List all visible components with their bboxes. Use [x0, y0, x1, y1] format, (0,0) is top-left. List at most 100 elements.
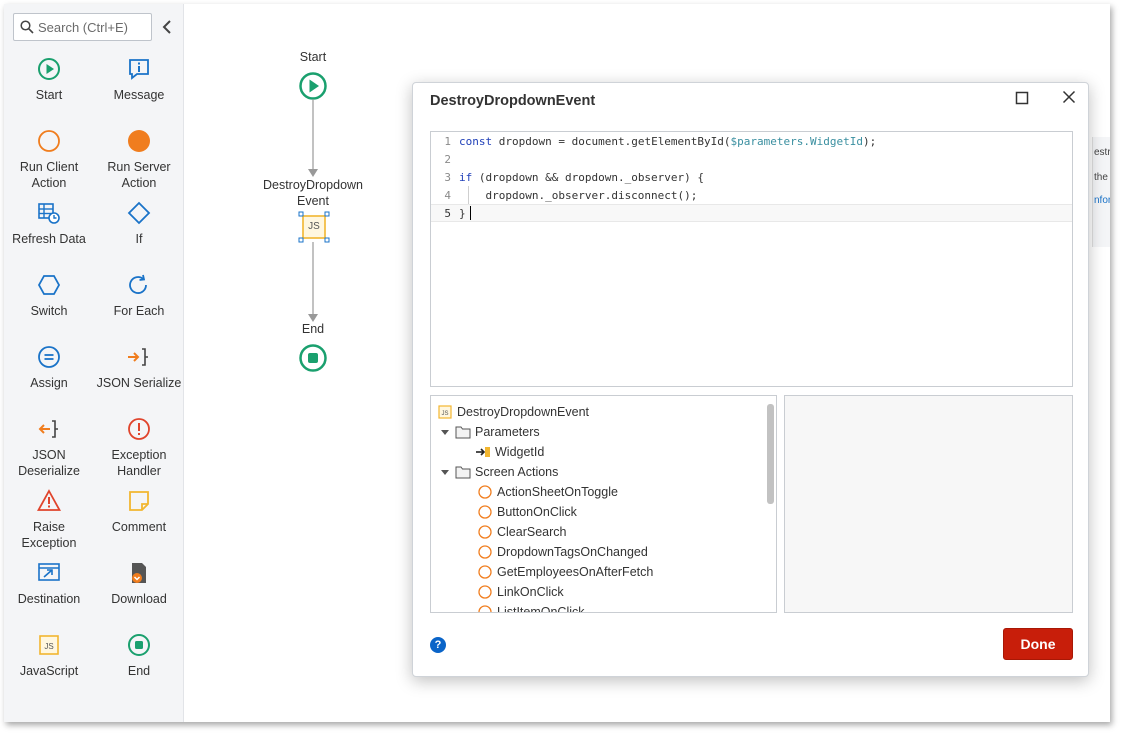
caret-down-icon[interactable]	[440, 427, 450, 437]
client-action-icon	[478, 565, 492, 579]
flow-connector	[308, 242, 318, 322]
tool-comment[interactable]: Comment	[94, 486, 184, 558]
tree-folder-screen-actions[interactable]: Screen Actions	[439, 462, 558, 482]
maximize-icon[interactable]	[1015, 91, 1029, 105]
svg-text:JS: JS	[441, 411, 448, 417]
js-node[interactable]: JS	[298, 211, 330, 243]
js-node-label: DestroyDropdown Event	[248, 177, 378, 209]
tool-label: Comment	[111, 520, 167, 534]
run-server-action-icon	[128, 130, 150, 152]
collapse-chevron-icon[interactable]	[160, 19, 174, 35]
tool-label: JSON Serialize	[96, 376, 182, 390]
search-icon	[20, 20, 34, 34]
tool-exception-handler[interactable]: Exception Handler	[94, 414, 184, 486]
tool-label: Assign	[30, 376, 68, 390]
tool-switch[interactable]: Switch	[4, 270, 94, 342]
dialog-title: DestroyDropdownEvent	[430, 93, 596, 109]
search-input[interactable]	[38, 19, 148, 35]
fragment-text: the a	[1094, 172, 1110, 183]
tree-item-action[interactable]: ButtonOnClick	[477, 502, 577, 522]
for-each-icon	[129, 274, 147, 294]
json-deserialize-icon	[38, 420, 58, 438]
tree-item-parameter[interactable]: WidgetId	[475, 442, 544, 462]
tree-scrollbar[interactable]	[767, 404, 774, 504]
tree-item-action[interactable]: LinkOnClick	[477, 582, 564, 602]
tool-json-serialize[interactable]: JSON Serialize	[94, 342, 184, 414]
fragment-text: estro	[1094, 147, 1110, 158]
code-editor[interactable]: 1 const dropdown = document.getElementByI…	[430, 131, 1073, 387]
tree-root-label: DestroyDropdownEvent	[457, 405, 590, 419]
tree-item-action[interactable]: ListItemOnClick	[477, 602, 585, 613]
refresh-data-icon	[38, 203, 60, 224]
tool-label: Switch	[30, 304, 68, 318]
destination-icon	[38, 563, 60, 581]
help-icon[interactable]: ?	[430, 637, 446, 653]
tool-label: Exception Handler	[111, 448, 167, 478]
tool-message[interactable]: Message	[94, 54, 184, 126]
tool-destination[interactable]: Destination	[4, 558, 94, 630]
tool-label: JSON Deserialize	[18, 448, 80, 478]
start-node-label: Start	[299, 50, 327, 64]
end-node-icon[interactable]	[298, 343, 328, 373]
tool-start[interactable]: Start	[4, 54, 94, 126]
tool-javascript[interactable]: JS JavaScript	[4, 630, 94, 702]
tool-download[interactable]: Download	[94, 558, 184, 630]
tool-label: Run Client Action	[19, 160, 79, 190]
tree-item-action[interactable]: ActionSheetOnToggle	[477, 482, 618, 502]
download-icon	[132, 563, 146, 583]
done-button[interactable]: Done	[1003, 628, 1073, 660]
raise-exception-icon	[37, 489, 61, 511]
folder-icon	[455, 466, 471, 479]
tool-label: If	[135, 232, 143, 246]
text-cursor	[469, 206, 471, 220]
client-action-icon	[478, 485, 492, 499]
toolbox-panel: Start Message Run Client Action Run Serv…	[4, 4, 184, 722]
json-serialize-icon	[128, 348, 148, 366]
code-keyword: if	[459, 170, 473, 184]
if-icon	[127, 201, 151, 225]
tool-label: Run Server Action	[107, 160, 171, 190]
tool-refresh-data[interactable]: Refresh Data	[4, 198, 94, 270]
tool-assign[interactable]: Assign	[4, 342, 94, 414]
tree-item-label: ButtonOnClick	[497, 505, 577, 519]
svg-text:JS: JS	[44, 642, 53, 651]
tree-item-label: LinkOnClick	[497, 585, 564, 599]
tree-root[interactable]: JS DestroyDropdownEvent	[437, 402, 589, 422]
tool-label: Start	[35, 88, 63, 102]
switch-icon	[37, 275, 61, 295]
tool-raise-exception[interactable]: Raise Exception	[4, 486, 94, 558]
close-icon[interactable]	[1061, 89, 1077, 105]
toolbox-search[interactable]	[13, 13, 152, 41]
fragment-link[interactable]: nforr	[1094, 195, 1110, 206]
assign-icon	[38, 346, 60, 368]
tool-if[interactable]: If	[94, 198, 184, 270]
tool-label: Refresh Data	[12, 232, 86, 246]
code-text: }	[459, 206, 466, 220]
javascript-editor-dialog: DestroyDropdownEvent 1 const dropdown = d…	[412, 82, 1089, 677]
tool-end[interactable]: End	[94, 630, 184, 702]
tree-item-label: ClearSearch	[497, 525, 567, 539]
tree-item-label: ListItemOnClick	[497, 605, 585, 613]
tool-label: Destination	[17, 592, 81, 606]
caret-down-icon[interactable]	[440, 467, 450, 477]
tool-label: Raise Exception	[21, 520, 77, 550]
code-text: );	[863, 134, 877, 148]
run-client-action-icon	[38, 130, 60, 152]
end-node-label: End	[301, 322, 325, 336]
start-icon	[38, 58, 60, 80]
tree-item-action[interactable]: DropdownTagsOnChanged	[477, 542, 648, 562]
tool-run-server-action[interactable]: Run Server Action	[94, 126, 184, 198]
tree-folder-parameters[interactable]: Parameters	[439, 422, 540, 442]
end-icon	[128, 634, 150, 656]
tool-label: Message	[113, 88, 165, 102]
client-action-icon	[478, 525, 492, 539]
start-node-icon[interactable]	[298, 71, 328, 101]
scope-tree[interactable]: JS DestroyDropdownEvent Parameters Widge…	[430, 395, 777, 613]
message-icon	[129, 59, 149, 80]
code-line: 4 dropdown._observer.disconnect();	[431, 186, 1072, 204]
tool-for-each[interactable]: For Each	[94, 270, 184, 342]
tree-item-action[interactable]: GetEmployeesOnAfterFetch	[477, 562, 653, 582]
tool-json-deserialize[interactable]: JSON Deserialize	[4, 414, 94, 486]
tree-item-action[interactable]: ClearSearch	[477, 522, 566, 542]
tool-run-client-action[interactable]: Run Client Action	[4, 126, 94, 198]
